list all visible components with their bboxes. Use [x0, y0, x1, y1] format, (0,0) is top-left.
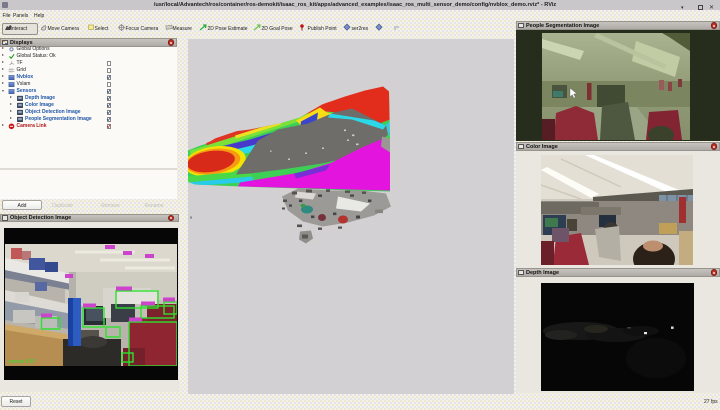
svg-text:person 0.87: person 0.87: [9, 359, 36, 365]
